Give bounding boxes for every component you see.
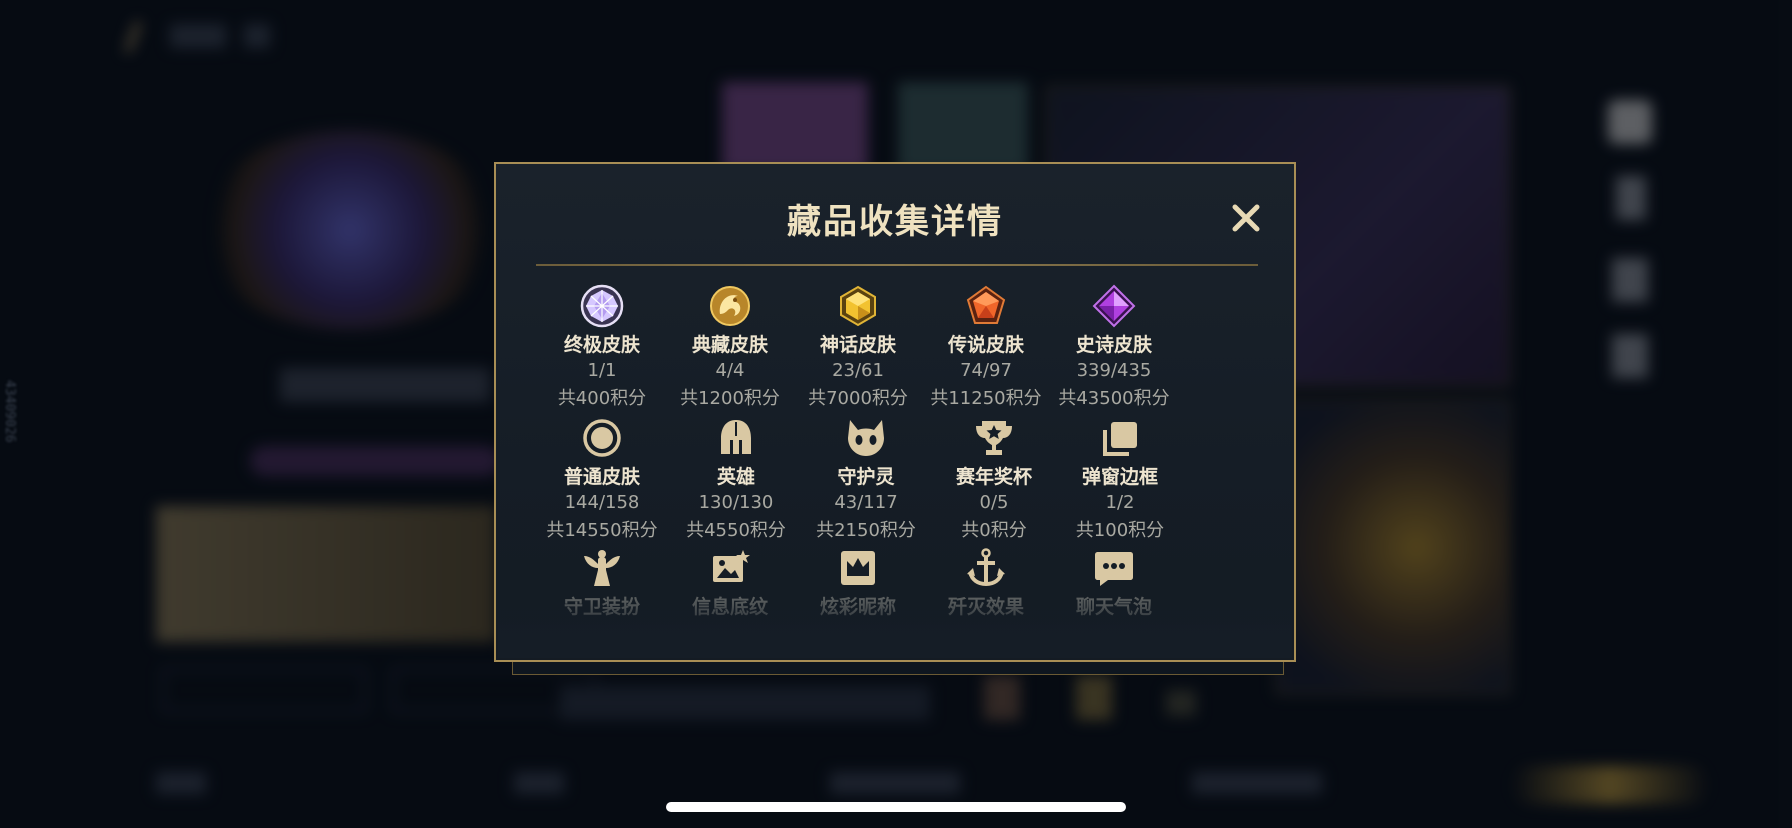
- collection-details-modal: 藏品收集详情 终极皮肤 1/1 共400积分 典藏皮肤 4/4 共1200积分 …: [494, 162, 1296, 662]
- collection-item-label: 神话皮肤: [819, 334, 896, 356]
- modal-title: 藏品收集详情: [787, 202, 1003, 242]
- collection-item-profile-banners[interactable]: 信息底纹: [664, 546, 796, 619]
- collection-item-little-legends[interactable]: 守护灵 43/117 共2150积分: [800, 416, 932, 542]
- collection-item-champions[interactable]: 英雄 130/130 共4550积分: [670, 416, 802, 542]
- collection-item-label: 守卫装扮: [563, 596, 640, 618]
- ward-icon: [584, 550, 620, 586]
- collection-item-count: 74/97: [960, 360, 1012, 381]
- collection-item-ultimate-skins[interactable]: 终极皮肤 1/1 共400积分: [536, 284, 668, 410]
- collection-item-count: 4/4: [715, 360, 745, 381]
- collection-item-count: 1/2: [1105, 492, 1135, 513]
- collection-item-points: 共7000积分: [808, 388, 908, 409]
- anchor-icon: [967, 548, 1005, 587]
- crown-card-icon: [841, 551, 875, 585]
- helmet-icon: [721, 420, 751, 454]
- collection-item-label: 歼灭效果: [947, 596, 1024, 618]
- collection-item-points: 共11250积分: [930, 388, 1042, 409]
- collection-item-label: 信息底纹: [691, 596, 768, 618]
- frame-stack-icon: [1103, 422, 1137, 456]
- banner-image-icon: [713, 550, 750, 582]
- collection-item-regular-skins[interactable]: 普通皮肤 144/158 共14550积分: [536, 416, 668, 542]
- collection-item-epic-skins[interactable]: 史诗皮肤 339/435 共43500积分: [1048, 284, 1180, 410]
- collection-item-points: 共2150积分: [816, 520, 916, 541]
- collection-item-count: 23/61: [832, 360, 884, 381]
- collection-item-count: 130/130: [698, 492, 774, 513]
- collection-item-points: 共100积分: [1075, 520, 1165, 541]
- collection-item-label: 赛年奖杯: [955, 466, 1032, 488]
- collection-item-label: 英雄: [716, 466, 755, 488]
- circle-icon: [583, 419, 621, 457]
- collection-item-count: 43/117: [834, 492, 898, 513]
- collection-item-popup-frames[interactable]: 弹窗边框 1/2 共100积分: [1054, 416, 1186, 542]
- collection-item-label: 炫彩昵称: [819, 596, 896, 618]
- collection-item-count: 1/1: [587, 360, 617, 381]
- collection-item-count: 144/158: [564, 492, 640, 513]
- side-id-text: 43409026: [2, 380, 17, 443]
- collection-item-label: 普通皮肤: [563, 466, 640, 488]
- trophy-icon: [976, 421, 1012, 455]
- close-button[interactable]: [1226, 198, 1266, 238]
- collection-item-ranked-trophies[interactable]: 赛年奖杯 0/5 共0积分: [928, 416, 1060, 542]
- collection-item-label: 史诗皮肤: [1075, 334, 1152, 356]
- collection-item-label: 典藏皮肤: [691, 334, 768, 356]
- collection-item-label: 弹窗边框: [1081, 466, 1158, 488]
- collection-item-chat-bubbles[interactable]: 聊天气泡: [1048, 546, 1180, 619]
- collection-item-count: 0/5: [979, 492, 1009, 513]
- collection-item-colored-nicknames[interactable]: 炫彩昵称: [792, 546, 924, 619]
- chat-bubble-icon: [1095, 552, 1133, 586]
- little-legend-icon: [848, 420, 884, 456]
- dragon-emblem-icon: [710, 286, 750, 326]
- collection-item-label: 传说皮肤: [947, 334, 1024, 356]
- collection-item-mythic-skins[interactable]: 神话皮肤 23/61 共7000积分: [792, 284, 924, 410]
- collection-item-points: 共43500积分: [1058, 388, 1170, 409]
- collection-item-ward-skins[interactable]: 守卫装扮: [536, 546, 668, 619]
- collection-item-points: 共400积分: [557, 388, 647, 409]
- collection-item-points: 共4550积分: [686, 520, 786, 541]
- modal-back-plate: [512, 660, 1284, 675]
- home-indicator[interactable]: [666, 802, 1126, 812]
- collection-item-points: 共1200积分: [680, 388, 780, 409]
- epic-gem-icon: [1092, 284, 1136, 328]
- collection-item-prestige-skins[interactable]: 典藏皮肤 4/4 共1200积分: [664, 284, 796, 410]
- title-divider: [536, 264, 1258, 266]
- close-icon: [1232, 204, 1260, 232]
- collection-item-count: 339/435: [1076, 360, 1152, 381]
- collection-item-label: 聊天气泡: [1075, 596, 1152, 618]
- collection-item-label: 守护灵: [837, 466, 895, 488]
- ultimate-gem-icon: [580, 284, 624, 328]
- mythic-gem-icon: [840, 285, 876, 327]
- collection-item-points: 共14550积分: [546, 520, 658, 541]
- collection-item-points: 共0积分: [961, 520, 1027, 541]
- collection-item-finisher-effects[interactable]: 歼灭效果: [920, 546, 1052, 619]
- collection-item-label: 终极皮肤: [563, 334, 640, 356]
- collection-item-legendary-skins[interactable]: 传说皮肤 74/97 共11250积分: [920, 284, 1052, 410]
- legendary-gem-icon: [966, 285, 1006, 324]
